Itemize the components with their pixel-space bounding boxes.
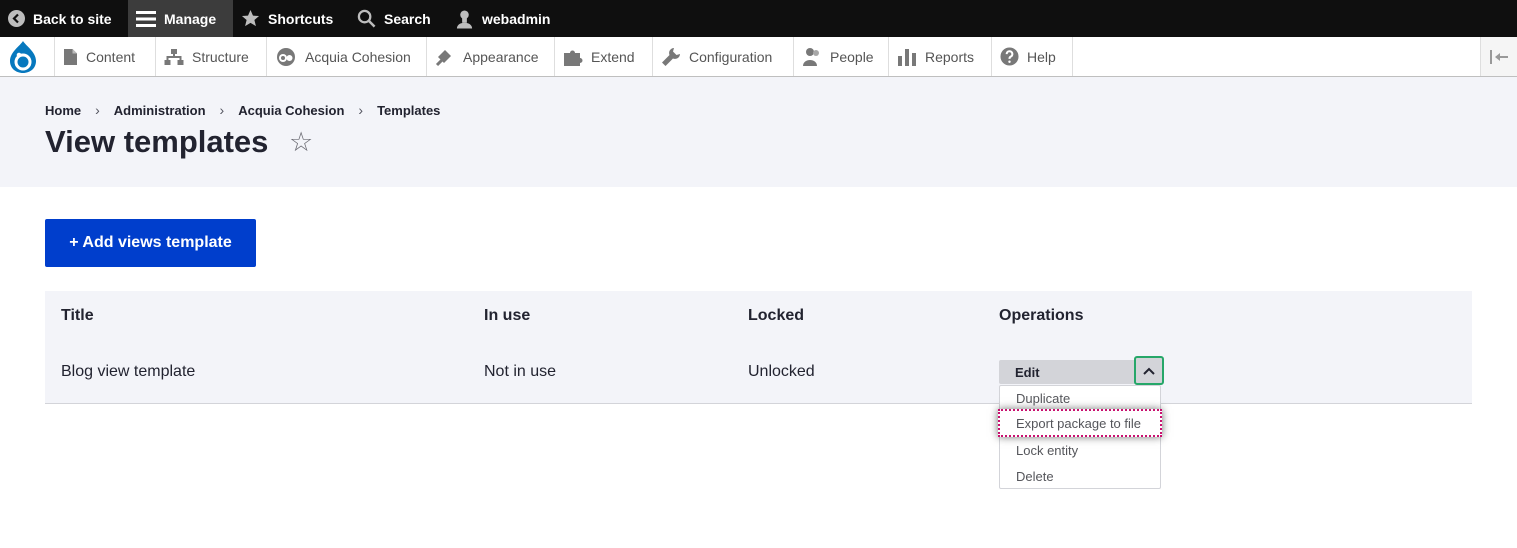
- search-tab[interactable]: Search: [357, 0, 431, 37]
- search-label: Search: [384, 10, 431, 27]
- toolbar-orientation-toggle[interactable]: [1480, 37, 1517, 76]
- toolbar-tab-structure[interactable]: Structure: [155, 37, 266, 76]
- page-title: View templates: [45, 124, 269, 159]
- menu-item-duplicate[interactable]: Duplicate: [1016, 391, 1070, 406]
- toolbar-tab-label: Configuration: [689, 48, 773, 65]
- toolbar-tab-label: Content: [86, 48, 136, 65]
- collapse-arrow-icon: [1490, 49, 1508, 64]
- breadcrumb: Home › Administration › Acquia Cohesion …: [45, 102, 440, 118]
- operations-menu: Duplicate Export package to file Lock en…: [998, 385, 1162, 489]
- user-label: webadmin: [482, 10, 551, 27]
- row-locked-cell: Unlocked: [748, 363, 815, 380]
- search-icon: [357, 9, 376, 28]
- back-to-site-label: Back to site: [33, 10, 112, 27]
- user-icon: [456, 9, 473, 28]
- breadcrumb-home[interactable]: Home: [45, 103, 81, 118]
- admin-topbar: Back to site Manage Shortcuts Search web…: [0, 0, 1517, 37]
- breadcrumb-acquia-cohesion[interactable]: Acquia Cohesion: [238, 103, 344, 118]
- toolbar-tab-label: Structure: [192, 48, 249, 65]
- menu-item-delete[interactable]: Delete: [1016, 469, 1054, 484]
- add-views-template-button[interactable]: + Add views template: [45, 219, 256, 267]
- operations-dropdown-toggle[interactable]: [1134, 356, 1164, 385]
- admin-toolbar: Content Structure Acquia Cohesion Appear…: [0, 37, 1517, 77]
- toolbar-tab-content[interactable]: Content: [54, 37, 155, 76]
- toolbar-tab-extend[interactable]: Extend: [554, 37, 652, 76]
- wrench-icon: [662, 47, 680, 66]
- toolbar-tab-people[interactable]: People: [793, 37, 888, 76]
- toolbar-tab-acquia-cohesion[interactable]: Acquia Cohesion: [266, 37, 426, 76]
- paintbrush-icon: [435, 49, 451, 66]
- templates-table: Title In use Locked Operations Blog view…: [45, 291, 1472, 404]
- breadcrumb-separator: ›: [358, 102, 364, 118]
- row-title-cell: Blog view template: [61, 363, 196, 380]
- drupal-logo[interactable]: [0, 37, 46, 76]
- sitemap-icon: [164, 48, 184, 65]
- column-header-in-use: In use: [484, 307, 531, 324]
- drupal-drop-icon: [10, 40, 36, 73]
- column-header-locked: Locked: [748, 307, 805, 324]
- column-header-operations: Operations: [999, 307, 1084, 324]
- toolbar-tab-appearance[interactable]: Appearance: [426, 37, 554, 76]
- breadcrumb-separator: ›: [219, 102, 225, 118]
- menu-item-export-package[interactable]: Export package to file: [998, 409, 1162, 437]
- cohesion-icon: [277, 47, 295, 66]
- chevron-left-circle-icon: [8, 10, 25, 27]
- breadcrumb-separator: ›: [95, 102, 100, 118]
- manage-tab[interactable]: Manage: [128, 0, 233, 37]
- breadcrumb-administration[interactable]: Administration: [114, 103, 206, 118]
- breadcrumb-templates[interactable]: Templates: [377, 103, 440, 118]
- shortcuts-tab[interactable]: Shortcuts: [241, 0, 333, 37]
- user-tab[interactable]: webadmin: [455, 0, 550, 37]
- row-in-use-cell: Not in use: [484, 363, 557, 380]
- file-icon: [64, 48, 77, 65]
- toolbar-tab-label: Help: [1027, 48, 1056, 65]
- toolbar-tab-label: Extend: [591, 48, 635, 65]
- toolbar-tab-label: People: [830, 48, 874, 65]
- menu-item-lock-entity[interactable]: Lock entity: [1016, 443, 1078, 458]
- chevron-up-icon: [1143, 367, 1155, 375]
- star-icon: [241, 9, 260, 27]
- toolbar-tab-help[interactable]: Help: [991, 37, 1073, 76]
- toolbar-tab-label: Appearance: [463, 48, 539, 65]
- column-header-title: Title: [61, 307, 94, 324]
- toolbar-tab-label: Acquia Cohesion: [305, 48, 411, 65]
- bar-chart-icon: [898, 48, 916, 66]
- toolbar-tab-reports[interactable]: Reports: [888, 37, 991, 76]
- help-icon: [1000, 47, 1019, 66]
- add-shortcut-star-icon[interactable]: ☆: [289, 129, 313, 156]
- hamburger-icon: [136, 10, 156, 27]
- toolbar-tab-configuration[interactable]: Configuration: [652, 37, 793, 76]
- people-icon: [803, 47, 819, 66]
- manage-label: Manage: [164, 10, 217, 27]
- back-to-site-link[interactable]: Back to site: [8, 0, 112, 37]
- page-header: Home › Administration › Acquia Cohesion …: [0, 77, 1517, 187]
- toolbar-tab-label: Reports: [925, 48, 975, 65]
- edit-button[interactable]: Edit: [999, 360, 1135, 384]
- shortcuts-label: Shortcuts: [268, 10, 334, 27]
- puzzle-icon: [564, 50, 583, 66]
